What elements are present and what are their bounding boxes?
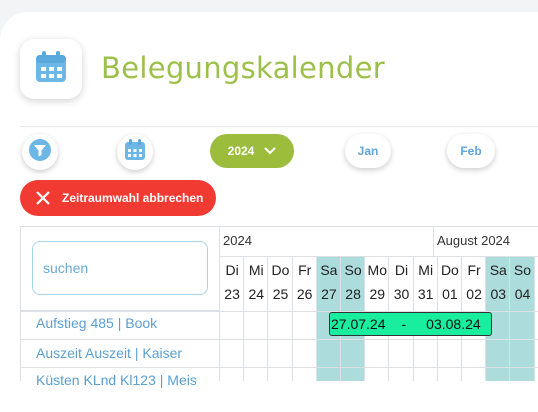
day-name: Sa bbox=[320, 262, 338, 278]
day-name: Sa bbox=[489, 262, 507, 278]
divider bbox=[20, 367, 538, 368]
day-column[interactable]: Di 23 bbox=[220, 257, 245, 381]
filter-icon bbox=[28, 138, 52, 167]
booking-bar[interactable]: 27.07.24 - 03.08.24 bbox=[329, 312, 492, 336]
day-name: Do bbox=[440, 262, 459, 278]
day-name: Fr bbox=[298, 262, 312, 278]
day-number: 26 bbox=[296, 286, 313, 302]
day-column[interactable]: So 04 bbox=[510, 257, 535, 381]
day-number: 01 bbox=[442, 286, 458, 302]
divider bbox=[20, 311, 21, 381]
day-number: 25 bbox=[272, 286, 289, 302]
month-button-feb[interactable]: Feb bbox=[447, 134, 495, 168]
year-select[interactable]: 2024 bbox=[210, 134, 294, 168]
filter-button[interactable] bbox=[22, 134, 58, 170]
month-header-july: 2024 bbox=[220, 226, 434, 257]
day-name: Di bbox=[225, 262, 239, 278]
booking-separator: - bbox=[401, 316, 407, 332]
day-column[interactable]: M0 bbox=[535, 257, 538, 381]
divider bbox=[219, 257, 220, 311]
day-column[interactable]: Fr 26 bbox=[293, 257, 317, 381]
day-name: So bbox=[513, 262, 532, 278]
day-number: 27 bbox=[321, 286, 337, 302]
day-number: 28 bbox=[345, 286, 361, 302]
page-title: Belegungskalender bbox=[101, 51, 385, 85]
year-label: 2024 bbox=[227, 144, 255, 158]
chevron-down-icon bbox=[264, 144, 277, 158]
unit-row-label[interactable]: Aufstieg 485 | Book bbox=[36, 315, 196, 331]
day-number: 03 bbox=[490, 286, 507, 302]
calendar-icon bbox=[123, 138, 147, 167]
day-name: Mi bbox=[418, 262, 434, 278]
day-name: Mo bbox=[367, 262, 387, 278]
day-name: Mi bbox=[248, 262, 264, 278]
booking-start: 27.07.24 bbox=[331, 316, 386, 332]
divider bbox=[20, 126, 538, 127]
search-cell bbox=[20, 226, 220, 311]
cancel-range-button[interactable]: Zeitraumwahl abbrechen bbox=[20, 180, 216, 216]
day-number: 31 bbox=[417, 286, 434, 302]
day-column[interactable]: Do 25 bbox=[268, 257, 293, 381]
booking-end: 03.08.24 bbox=[426, 316, 481, 332]
day-name: Di bbox=[394, 262, 409, 278]
day-name: Do bbox=[271, 262, 290, 278]
cancel-range-label: Zeitraumwahl abbrechen bbox=[62, 191, 204, 205]
search-input[interactable] bbox=[32, 241, 208, 295]
day-name: So bbox=[344, 262, 362, 278]
close-icon bbox=[36, 191, 50, 205]
day-number: 23 bbox=[224, 286, 240, 302]
unit-row-label[interactable]: Küsten KLnd Kl123 | Meis bbox=[36, 372, 196, 388]
day-number: 30 bbox=[393, 286, 410, 302]
calendar-icon bbox=[32, 48, 70, 91]
month-button-jan[interactable]: Jan bbox=[345, 134, 391, 168]
app-logo bbox=[20, 39, 82, 99]
divider bbox=[219, 311, 220, 381]
day-name: M bbox=[535, 262, 538, 278]
day-column[interactable]: Mi 24 bbox=[244, 257, 269, 381]
day-number: 24 bbox=[248, 286, 265, 302]
unit-row-label[interactable]: Auszeit Auszeit | Kaiser bbox=[36, 345, 196, 361]
day-number: 02 bbox=[466, 286, 482, 302]
divider bbox=[20, 339, 538, 340]
day-number: 04 bbox=[514, 286, 531, 302]
day-name: Fr bbox=[467, 262, 481, 278]
month-header-august: August 2024 bbox=[434, 226, 538, 257]
date-picker-button[interactable] bbox=[117, 134, 153, 170]
day-number: 29 bbox=[369, 286, 386, 302]
day-number: 0 bbox=[535, 286, 538, 302]
